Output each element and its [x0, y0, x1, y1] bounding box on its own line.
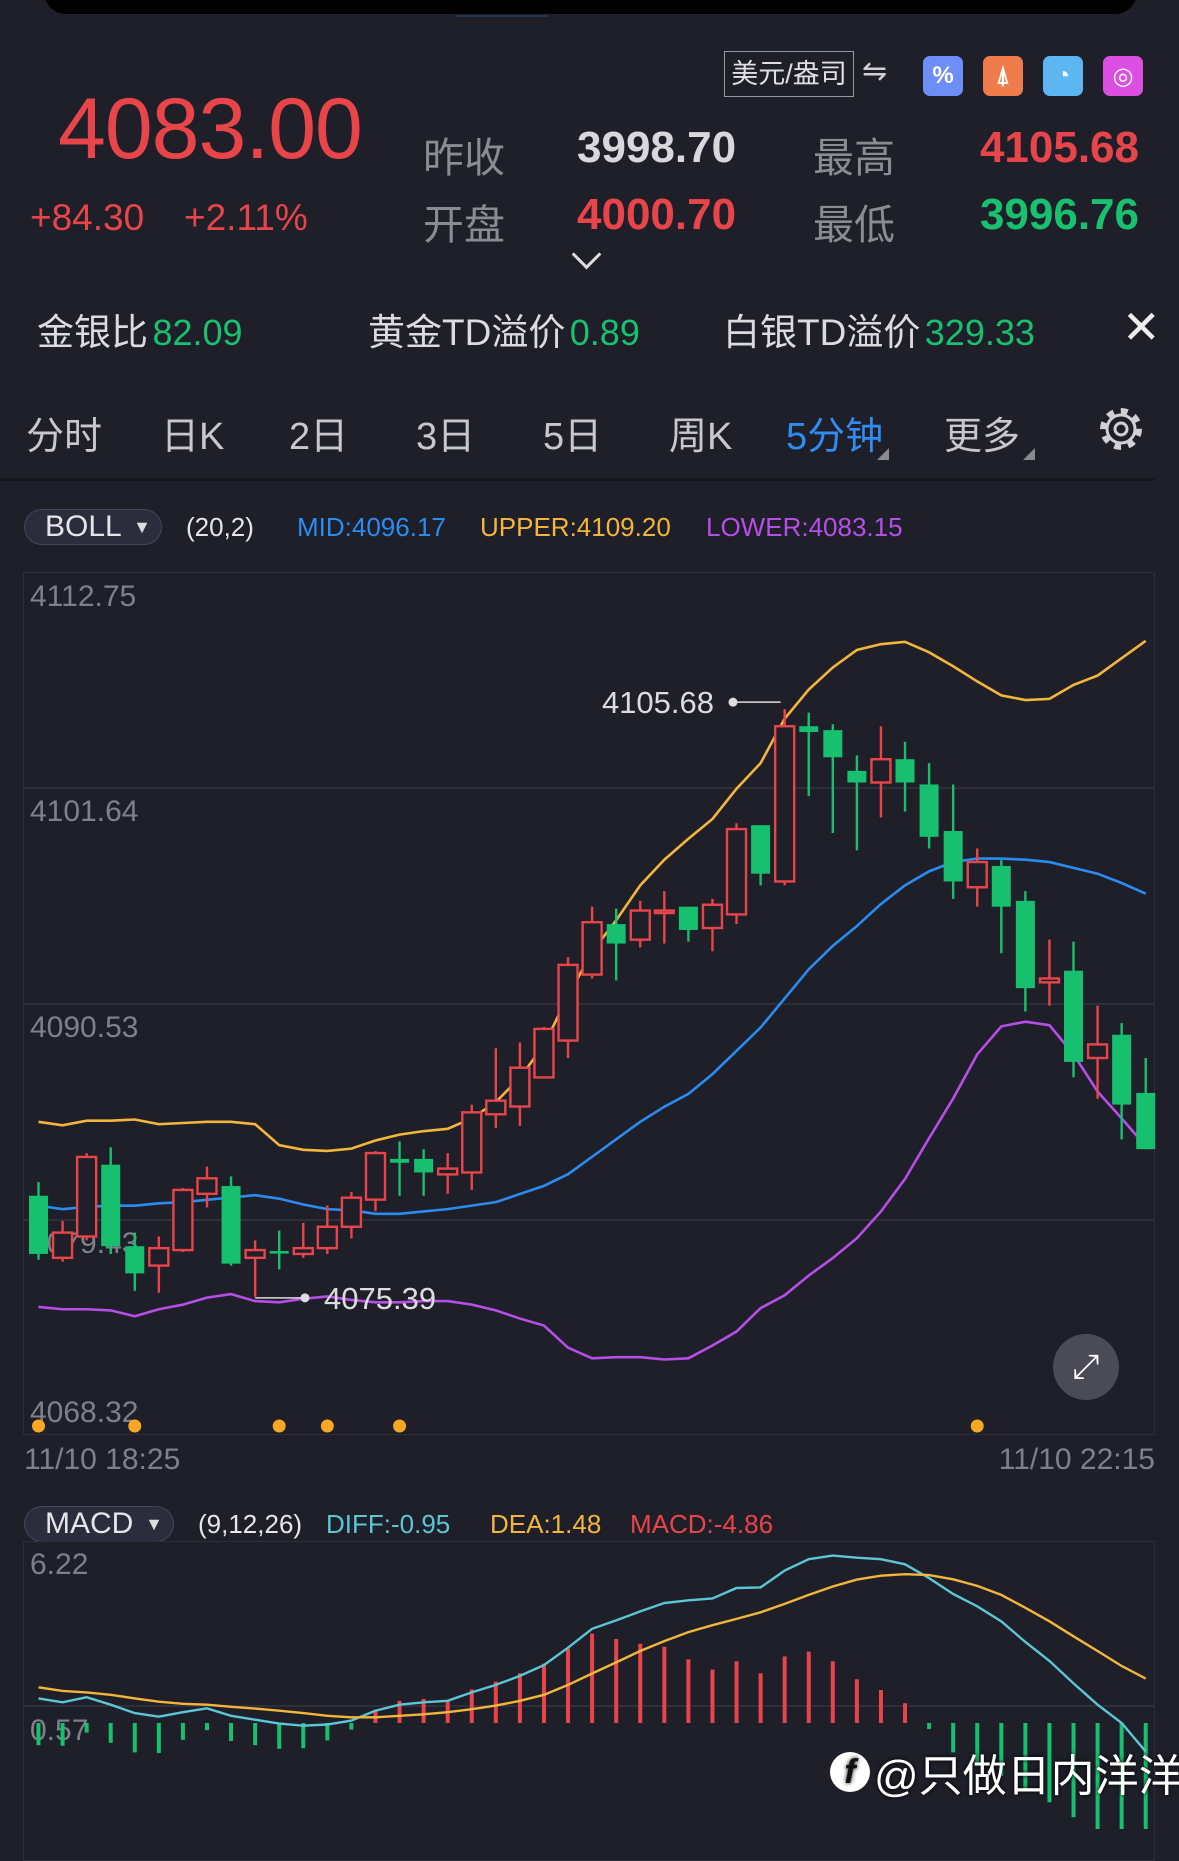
candle-up	[966, 860, 988, 889]
candle-up	[316, 1225, 339, 1250]
candle-down	[221, 1186, 241, 1264]
candle-down	[390, 1158, 410, 1163]
candle-down	[125, 1246, 145, 1274]
candle-up	[364, 1151, 387, 1201]
candle-up	[485, 1099, 507, 1116]
candle-up	[870, 758, 892, 784]
candle-down	[678, 906, 698, 930]
candle-down	[919, 784, 939, 837]
candle-up	[340, 1196, 363, 1228]
candle-up	[196, 1177, 218, 1196]
candle-down	[1064, 970, 1084, 1062]
candle-up	[148, 1246, 170, 1267]
candle-up	[1086, 1043, 1109, 1060]
candle-up	[51, 1231, 74, 1260]
candle-up	[629, 909, 651, 941]
watermark-text: @只做日内洋洋	[874, 1752, 1179, 1801]
candle-down	[1015, 900, 1035, 989]
candle-down	[943, 831, 963, 882]
high-price-label: 4105.68	[602, 685, 714, 720]
candle-down	[606, 924, 626, 944]
candle-up	[292, 1246, 314, 1256]
low-marker-dot	[300, 1293, 310, 1303]
low-price-label: 4075.39	[324, 1281, 436, 1316]
candle-up	[1038, 977, 1061, 984]
candle-down	[1112, 1034, 1132, 1105]
candle-up	[533, 1027, 555, 1079]
watermark-logo-icon: f	[830, 1752, 870, 1792]
candle-up	[557, 963, 579, 1042]
candle-down	[799, 726, 819, 733]
candle-up	[509, 1066, 531, 1108]
candle-down	[1136, 1092, 1156, 1150]
candle-up	[581, 920, 603, 976]
candle-up	[172, 1188, 194, 1252]
candle-up	[244, 1248, 266, 1260]
candle-down	[895, 759, 915, 783]
candle-down	[29, 1195, 48, 1254]
candle-up	[653, 909, 676, 915]
signal-marker-dot	[32, 1419, 45, 1433]
chart-canvas: 4105.68 4075.39	[24, 639, 1156, 1829]
candle-up	[75, 1155, 98, 1238]
candle-down	[823, 730, 843, 758]
candle-up	[773, 725, 796, 883]
signal-marker-dot	[128, 1419, 142, 1433]
candle-down	[991, 865, 1011, 907]
candle-down	[751, 825, 771, 874]
watermark: f @只做日内洋洋	[830, 1740, 1179, 1804]
candle-down	[269, 1251, 289, 1254]
signal-marker-dot	[393, 1419, 407, 1433]
signal-marker-dot	[320, 1419, 334, 1433]
candle-down	[414, 1158, 434, 1173]
candle-up	[461, 1111, 483, 1174]
fullscreen-expand-button[interactable]: ⤢	[1053, 1334, 1119, 1400]
signal-marker-dot	[970, 1419, 984, 1433]
candle-up	[436, 1167, 459, 1176]
candle-up	[725, 827, 748, 916]
boll-upper-line	[38, 639, 1147, 1153]
candle-up	[701, 903, 724, 930]
candle-down	[847, 770, 867, 783]
high-marker-dot	[728, 697, 738, 707]
signal-marker-dot	[272, 1419, 286, 1433]
candle-down	[101, 1164, 121, 1247]
